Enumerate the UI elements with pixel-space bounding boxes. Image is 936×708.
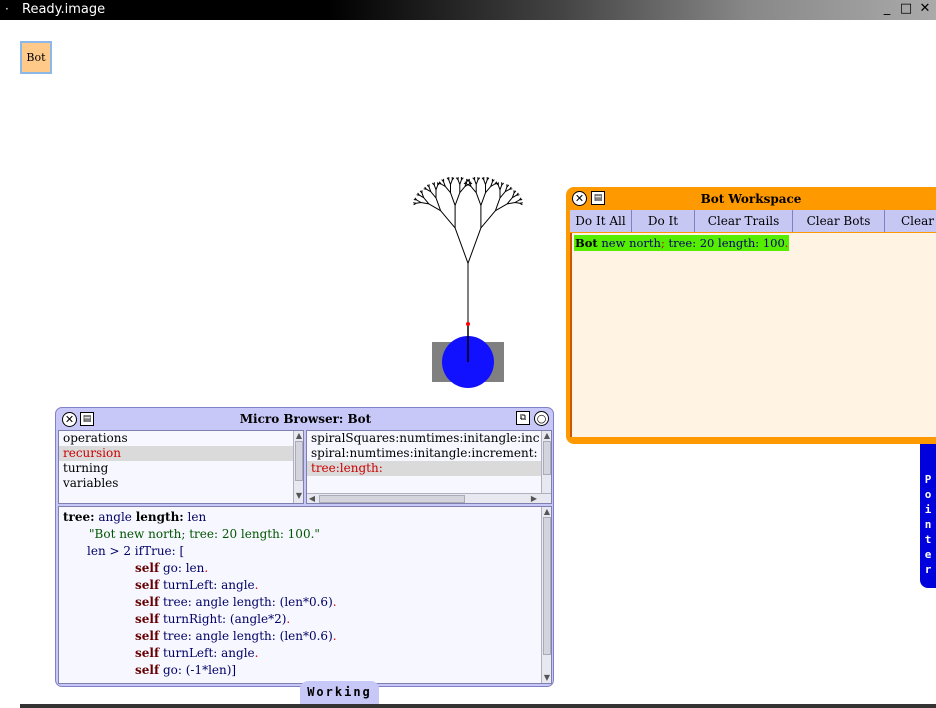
code-message: tree: angle length: (len*0.6) xyxy=(159,629,333,643)
scroll-thumb[interactable] xyxy=(319,495,465,503)
category-item[interactable]: turning xyxy=(63,461,108,476)
scroll-thumb[interactable] xyxy=(295,441,303,481)
method-hscrollbar[interactable]: ◀ ▶ xyxy=(307,493,551,503)
scroll-right-icon[interactable]: ▶ xyxy=(529,494,539,503)
scroll-up-icon[interactable]: ▲ xyxy=(542,507,551,517)
code-keyword: Bot xyxy=(575,236,598,250)
code-message: tree: angle length: (len*0.6) xyxy=(159,595,333,609)
flap-letter: o xyxy=(924,488,932,501)
code-message: turnRight: (angle*2) xyxy=(159,612,287,626)
code-self: self xyxy=(135,595,160,609)
flap-letter: e xyxy=(924,548,932,561)
collapse-icon[interactable]: ⧉ xyxy=(516,411,530,425)
code-self: self xyxy=(135,612,160,626)
expand-icon[interactable]: ○ xyxy=(534,411,549,426)
scroll-up-icon[interactable]: ▲ xyxy=(542,431,551,441)
code-message: turnLeft: angle xyxy=(159,578,255,592)
flap-letter: r xyxy=(924,563,932,576)
flap-letter: t xyxy=(924,533,932,546)
code-period: . xyxy=(332,629,337,643)
category-item[interactable]: operations xyxy=(63,431,128,446)
code-selector: tree: xyxy=(63,510,95,524)
category-item-selected[interactable]: recursion xyxy=(59,446,297,461)
category-item[interactable]: variables xyxy=(63,476,118,491)
clear-bots-button[interactable]: Clear Bots xyxy=(793,210,885,232)
method-list[interactable]: spiralSquares:numtimes:initangle:inc spi… xyxy=(306,430,552,504)
code-line[interactable]: tree: angle length: len xyxy=(63,509,206,526)
flap-letter: i xyxy=(924,503,932,516)
flap-letter: P xyxy=(924,473,932,486)
clear-button[interactable]: Clear xyxy=(885,210,936,232)
code-line[interactable]: len > 2 ifTrue: [ xyxy=(87,543,184,560)
code-self: self xyxy=(135,629,160,643)
code-period: . xyxy=(204,561,209,575)
do-it-button[interactable]: Do It xyxy=(632,210,695,232)
method-item-selected[interactable]: tree:length: xyxy=(307,461,545,476)
workspace-text-area[interactable]: Bot new north; tree: 20 length: 100. xyxy=(570,233,936,437)
code-selector: length: xyxy=(135,510,184,524)
code-line[interactable]: self go: len. xyxy=(135,560,208,577)
scroll-thumb[interactable] xyxy=(543,441,551,475)
workspace-title: Bot Workspace xyxy=(700,192,802,206)
code-self: self xyxy=(135,663,160,677)
code-line[interactable]: self turnLeft: angle. xyxy=(135,645,258,662)
code-line[interactable]: self turnRight: (angle*2). xyxy=(135,611,290,628)
category-list[interactable]: operations recursion turning variables ▲… xyxy=(58,430,304,504)
code-arg: angle xyxy=(94,510,136,524)
code-self: self xyxy=(135,578,160,592)
code-scrollbar[interactable]: ▲ ▼ xyxy=(541,507,551,683)
code-line[interactable]: self turnLeft: angle. xyxy=(135,577,258,594)
code-message: go: len xyxy=(159,561,205,575)
code-message: turnLeft: angle xyxy=(159,646,255,660)
clear-trails-button[interactable]: Clear Trails xyxy=(695,210,793,232)
tree-trail xyxy=(413,177,523,326)
method-item[interactable]: spiral:numtimes:initangle:increment: xyxy=(311,446,538,461)
flap-letter: n xyxy=(924,518,932,531)
scroll-up-icon[interactable]: ▲ xyxy=(294,431,303,441)
scroll-thumb[interactable] xyxy=(543,517,551,655)
tree-branches xyxy=(413,177,523,326)
code-arg: len xyxy=(183,510,207,524)
close-icon[interactable]: ✕ xyxy=(62,412,77,427)
code-comment[interactable]: "Bot new north; tree: 20 length: 100." xyxy=(89,526,320,543)
code-period: . xyxy=(254,646,259,660)
code-message: go: (-1*len)] xyxy=(159,663,237,677)
code-period: . xyxy=(784,236,789,250)
code-semicolon: ; xyxy=(660,236,665,250)
bottom-border xyxy=(20,704,936,708)
code-message: new north xyxy=(601,236,661,250)
code-message: tree: 20 length: 100 xyxy=(668,236,785,250)
workspace-code-line[interactable]: Bot new north; tree: 20 length: 100. xyxy=(574,235,790,251)
scroll-down-icon[interactable]: ▼ xyxy=(294,491,303,501)
method-code-editor[interactable]: tree: angle length: len "Bot new north; … xyxy=(58,506,552,684)
bot-workspace-window[interactable]: ✕ ▤ Bot Workspace Do It All Do It Clear … xyxy=(566,187,936,444)
category-scrollbar[interactable]: ▲ ▼ xyxy=(293,431,303,503)
scroll-down-icon[interactable]: ▼ xyxy=(542,673,551,683)
bot-pen-dot xyxy=(466,322,470,326)
code-period: . xyxy=(286,612,291,626)
workspace-toolbar: Do It All Do It Clear Trails Clear Bots … xyxy=(570,210,936,232)
browser-title: Micro Browser: Bot xyxy=(239,412,372,426)
pointer-flap[interactable]: P o i n t e r xyxy=(920,444,936,588)
method-item[interactable]: spiralSquares:numtimes:initangle:inc xyxy=(311,431,539,446)
code-period: . xyxy=(254,578,259,592)
code-self: self xyxy=(135,646,160,660)
code-self: self xyxy=(135,561,160,575)
window-menu-icon[interactable]: ▤ xyxy=(80,412,94,426)
micro-browser-window[interactable]: Micro Browser: Bot ✕ ▤ ⧉ ○ operations re… xyxy=(55,407,554,687)
method-scrollbar[interactable]: ▲ xyxy=(541,431,551,493)
code-line[interactable]: self go: (-1*len)] xyxy=(135,662,236,679)
scroll-left-icon[interactable]: ◀ xyxy=(307,494,317,503)
code-line[interactable]: self tree: angle length: (len*0.6). xyxy=(135,594,337,611)
code-line[interactable]: self tree: angle length: (len*0.6). xyxy=(135,628,337,645)
code-period: . xyxy=(332,595,337,609)
do-it-all-button[interactable]: Do It All xyxy=(570,210,632,232)
